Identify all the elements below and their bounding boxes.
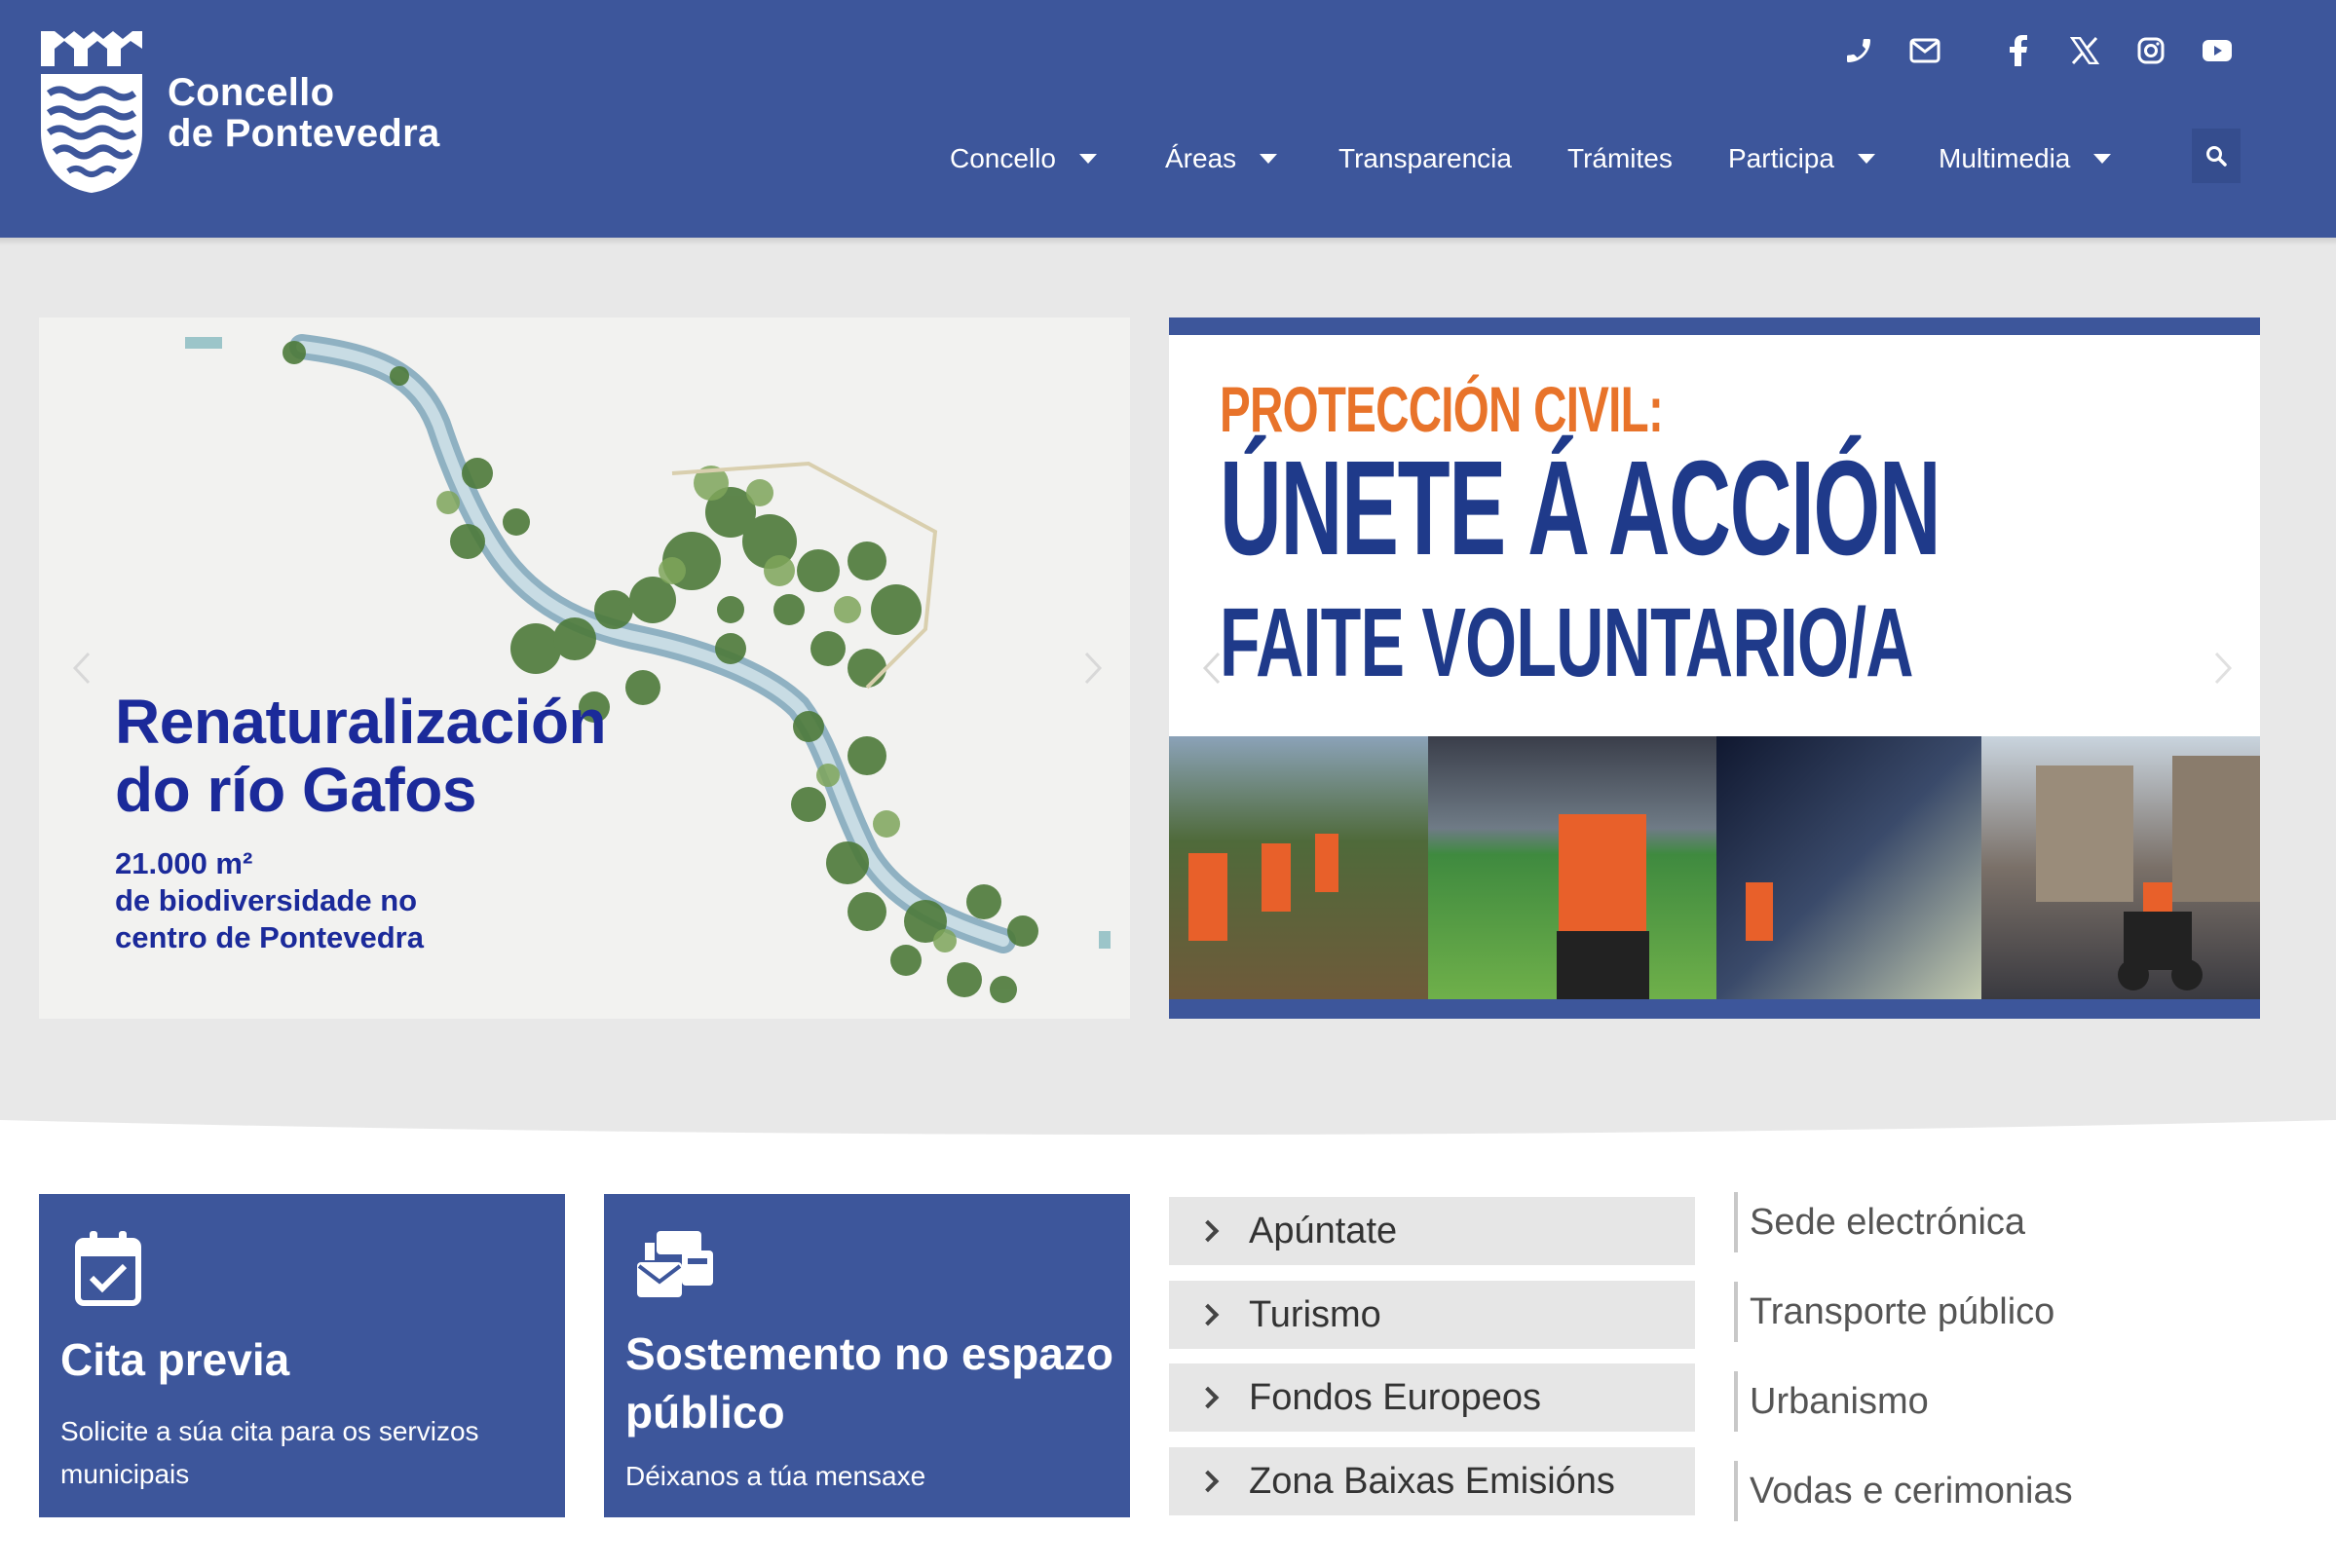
slide-rio-gafos[interactable]: Renaturalización do río Gafos 21.000 m² … (39, 317, 1130, 1019)
cita-previa-title: Cita previa (60, 1334, 290, 1385)
chevron-right-icon (1196, 1219, 1220, 1243)
slide2-line-3: FAITE VOLUNTARIO/A (1220, 588, 1914, 697)
cita-previa-card[interactable]: Cita previa Solicite a súa cita para os … (39, 1194, 565, 1517)
chevron-right-icon (1196, 1386, 1220, 1409)
nav-multimedia-label: Multimedia (1939, 143, 2071, 173)
search-icon (2206, 146, 2227, 167)
slide1-title-line-2: do río Gafos (115, 755, 476, 825)
accordion-fondos-europeos[interactable]: Fondos Europeos (1169, 1363, 1695, 1432)
slide2-next-arrow-icon[interactable] (2204, 639, 2242, 697)
nav-concello[interactable]: Concello (950, 136, 1097, 181)
caret-down-icon (1078, 154, 1097, 164)
accordion-turismo[interactable]: Turismo (1169, 1281, 1695, 1349)
nav-tramites-label: Trámites (1567, 143, 1673, 173)
slide1-title: Renaturalización do río Gafos (115, 687, 607, 825)
nav-tramites[interactable]: Trámites (1567, 136, 1673, 181)
chevron-right-icon (1196, 1303, 1220, 1326)
accordion-apuntate-label: Apúntate (1249, 1210, 1398, 1251)
slide2-prev-arrow-icon[interactable] (1192, 639, 1231, 697)
nav-concello-label: Concello (950, 143, 1056, 173)
brand-line-1: Concello (168, 71, 335, 114)
link-transporte-publico[interactable]: Transporte público (1734, 1282, 2054, 1342)
brand-line-2: de Pontevedra (168, 112, 440, 155)
sostemento-card[interactable]: Sostemento no espazo público Déixanos a … (604, 1194, 1130, 1517)
slide2-line-2: ÚNETE Á ACCIÓN (1220, 433, 1941, 583)
nav-transparencia[interactable]: Transparencia (1338, 136, 1512, 181)
accordion-fondos-europeos-label: Fondos Europeos (1249, 1376, 1541, 1418)
cita-previa-desc: Solicite a súa cita para os servizos mun… (60, 1416, 479, 1489)
accordion-turismo-label: Turismo (1249, 1293, 1381, 1335)
chevron-right-icon (1196, 1470, 1220, 1493)
accordion-zona-baixas-emisions-label: Zona Baixas Emisións (1249, 1460, 1615, 1502)
slide1-sub-line-3: centro de Pontevedra (115, 920, 424, 954)
phone-icon[interactable] (1839, 29, 1878, 72)
youtube-icon[interactable] (2198, 29, 2237, 72)
link-vodas-e-cerimonias[interactable]: Vodas e cerimonias (1734, 1461, 2073, 1521)
site-header: Concello de Pontevedra Concello Áreas Tr… (0, 0, 2336, 238)
slide1-sub-line-1: 21.000 m² (115, 846, 253, 880)
search-button[interactable] (2192, 129, 2241, 183)
volunteer-photos-strip (1169, 736, 2260, 999)
slide1-subtitle: 21.000 m² de biodiversidade no centro de… (115, 845, 424, 956)
sostemento-title: Sostemento no espazo público (625, 1328, 1113, 1437)
header-shadow (0, 238, 2336, 245)
caret-down-icon (1260, 154, 1278, 164)
nav-participa-label: Participa (1728, 143, 1834, 173)
mail-bulk-icon (637, 1231, 713, 1297)
brand-name[interactable]: Concello de Pontevedra (168, 72, 440, 154)
slide1-next-arrow-icon[interactable] (1074, 639, 1112, 697)
mail-icon[interactable] (1905, 29, 1944, 72)
slide2-bottom-bar (1169, 999, 2260, 1019)
concello-logo-icon[interactable] (37, 29, 146, 195)
x-twitter-icon[interactable] (2065, 29, 2104, 72)
facebook-icon[interactable] (1999, 29, 2038, 72)
accordion-apuntate[interactable]: Apúntate (1169, 1197, 1695, 1265)
nav-areas[interactable]: Áreas (1165, 136, 1278, 181)
instagram-icon[interactable] (2131, 29, 2170, 72)
caret-down-icon (1857, 154, 1875, 164)
slide-proteccion-civil[interactable]: PROTECCIÓN CIVIL: ÚNETE Á ACCIÓN FAITE V… (1169, 317, 2260, 1019)
link-sede-electronica[interactable]: Sede electrónica (1734, 1192, 2025, 1252)
calendar-check-icon (75, 1231, 141, 1306)
link-urbanismo[interactable]: Urbanismo (1734, 1371, 1929, 1432)
nav-participa[interactable]: Participa (1728, 136, 1875, 181)
caret-down-icon (2093, 154, 2112, 164)
hero-wave-divider (0, 1120, 2336, 1149)
slide1-title-line-1: Renaturalización (115, 687, 607, 757)
nav-areas-label: Áreas (1165, 143, 1237, 173)
slide2-top-bar (1169, 317, 2260, 335)
accordion-zona-baixas-emisions[interactable]: Zona Baixas Emisións (1169, 1447, 1695, 1515)
nav-multimedia[interactable]: Multimedia (1939, 136, 2112, 181)
sostemento-desc: Déixanos a túa mensaxe (625, 1461, 926, 1491)
slide1-sub-line-2: de biodiversidade no (115, 883, 418, 917)
nav-transparencia-label: Transparencia (1338, 143, 1512, 173)
slide1-prev-arrow-icon[interactable] (62, 639, 101, 697)
